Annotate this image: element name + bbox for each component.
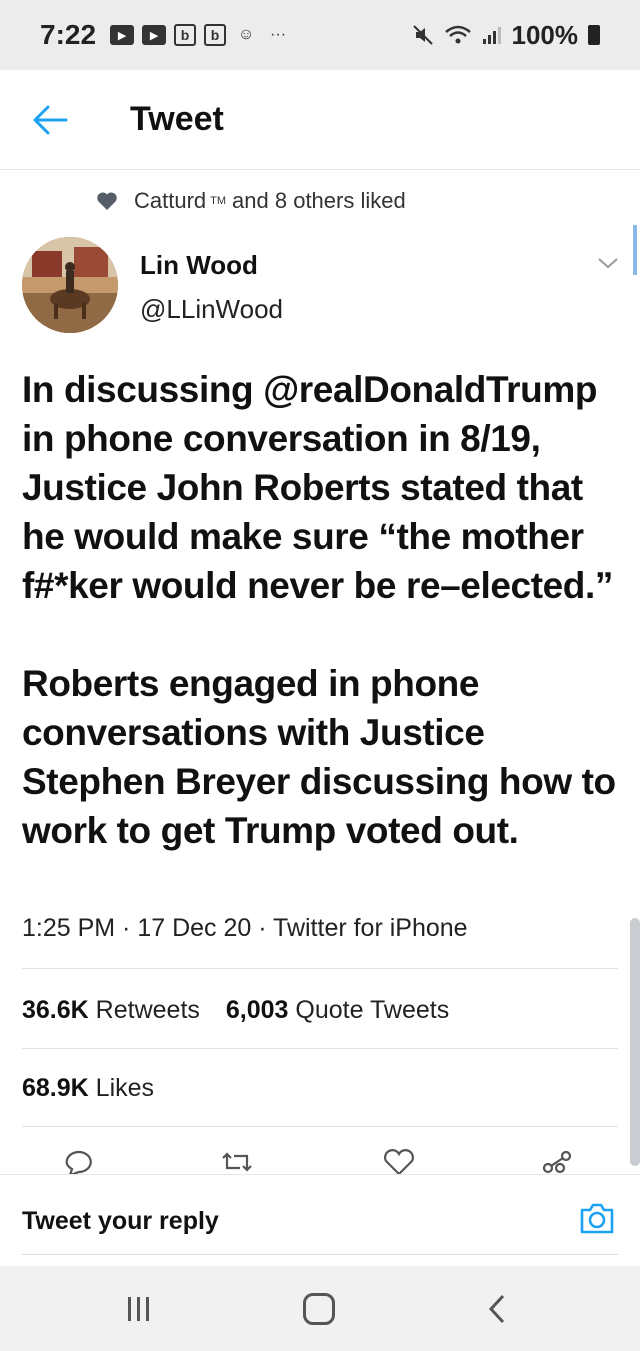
b-app-icon: b [174,24,197,46]
nav-back-icon[interactable] [485,1293,509,1325]
liked-by-suffix: and 8 others liked [232,188,406,213]
divider [22,1048,618,1049]
retweet-stats: 36.6K Retweets 6,003 Quote Tweets [22,996,449,1025]
wifi-icon [444,25,471,44]
quotes-link[interactable]: 6,003 Quote Tweets [226,996,449,1024]
battery-level: 100% [511,19,579,50]
tweet-paragraph: In discussing @realDonaldTrump in phone … [22,369,613,606]
reply-input[interactable]: Tweet your reply [22,1207,219,1236]
avatar[interactable] [22,237,118,333]
battery-icon [588,25,600,45]
scrollbar-thumb[interactable] [630,918,640,1166]
retweets-link[interactable]: 36.6K Retweets [22,996,200,1024]
home-icon[interactable] [303,1293,335,1325]
divider [22,1126,618,1127]
retweets-label: Retweets [95,996,200,1024]
likes-count: 68.9K [22,1074,89,1102]
mute-icon [412,25,433,45]
back-arrow-icon[interactable] [30,102,70,138]
share-icon[interactable] [540,1148,574,1176]
retweets-count: 36.6K [22,996,89,1024]
retweet-icon[interactable] [220,1148,254,1176]
reply-underline [22,1254,618,1255]
social-context[interactable]: Catturd TM and 8 others liked [96,188,406,214]
avatar-image [22,237,118,333]
likes-label: Likes [95,1074,155,1102]
youtube-icon: ▶ [142,25,167,45]
notification-icons: ▶ ▶ b b ☺ ··· [110,24,290,46]
quotes-count: 6,003 [225,996,289,1024]
system-status: 100% [412,19,600,51]
trademark-mark: TM [210,195,227,207]
recents-icon[interactable] [124,1295,154,1323]
likes-stats[interactable]: 68.9K Likes [22,1074,154,1103]
like-icon[interactable] [382,1148,416,1176]
signal-icon [482,27,501,44]
tweet-paragraph: Roberts engaged in phone conversations w… [22,663,616,851]
chevron-down-icon[interactable] [596,254,620,272]
author-handle[interactable]: @LLinWood [140,294,283,325]
status-bar: 7:22 ▶ ▶ b b ☺ ··· 100% [0,0,640,70]
page-title: Tweet [130,100,224,138]
tweet-meta: 1:25 PM · 17 Dec 20 · Twitter for iPhone [22,914,468,942]
b-app-icon: b [204,24,227,46]
app-header: Tweet [0,70,640,170]
heart-icon [97,192,117,210]
assistant-icon: ☺ [237,26,255,43]
scroll-indicator [633,225,637,275]
camera-icon[interactable] [578,1200,616,1236]
reply-icon[interactable] [62,1148,96,1176]
divider [22,968,618,969]
youtube-icon: ▶ [110,25,135,45]
tweet-text: In discussing @realDonaldTrump in phone … [22,365,622,855]
author-name[interactable]: Lin Wood [140,250,258,281]
liked-by-name: Catturd [134,188,207,213]
quotes-label: Quote Tweets [295,996,450,1024]
more-dots-icon: ··· [270,26,287,43]
status-time: 7:22 [40,19,97,50]
